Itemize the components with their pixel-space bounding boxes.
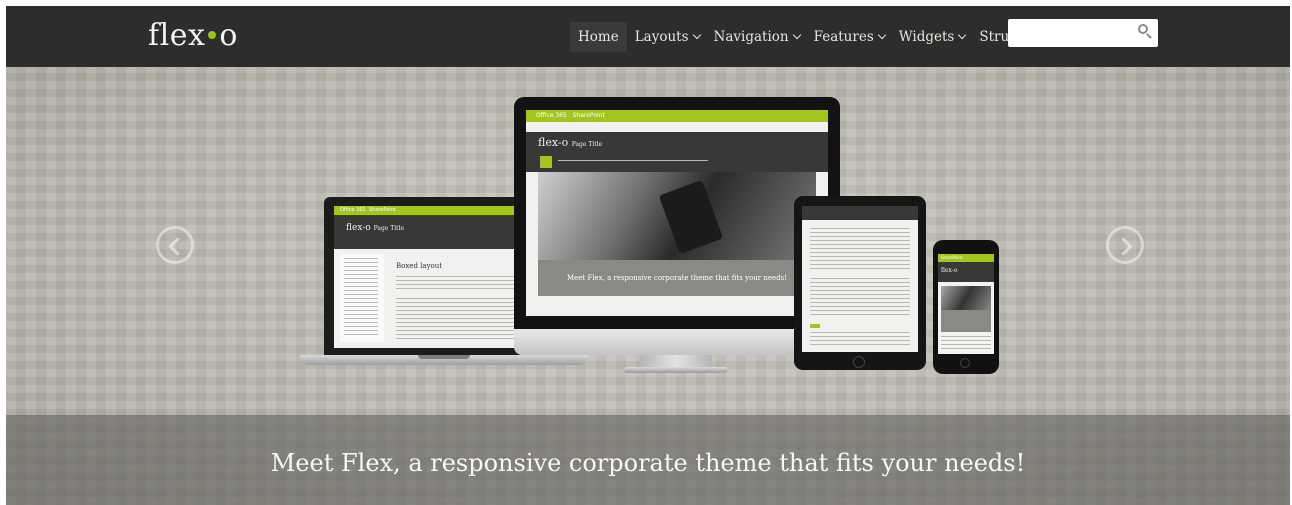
mockup-logo: flex-o [941, 267, 958, 274]
nav-item-home[interactable]: Home [570, 22, 627, 52]
nav-item-layouts[interactable]: Layouts [629, 22, 706, 52]
suite-label: Office 365 [340, 207, 366, 213]
suite-label: Office 365 [536, 112, 567, 119]
mockup-logo-text: flex-o [538, 136, 569, 149]
text-lines [941, 336, 991, 350]
mockup-slide-image [538, 172, 816, 260]
tablet-screen [802, 206, 918, 352]
search-box [1008, 19, 1158, 47]
mockup-slide-caption: Meet Flex, a responsive corporate theme … [538, 260, 816, 296]
nav-item-label: Navigation [713, 29, 789, 45]
nav-item-label: Home [578, 29, 619, 45]
chevron-down-icon [692, 30, 701, 40]
desktop-foot [624, 367, 728, 373]
tablet-home-button [853, 356, 865, 368]
chevron-down-icon [877, 30, 887, 40]
mockup-logo: flex-o Page Title [538, 136, 602, 149]
phone-screen: SharePoint flex-o [938, 254, 994, 354]
slider-prev-button[interactable] [156, 226, 194, 264]
desktop-chin [514, 329, 840, 355]
nav-item-features[interactable]: Features [808, 22, 891, 52]
site-header: flex-o Page Title [526, 132, 828, 172]
mockup-slide-caption [941, 310, 991, 332]
slide-caption-band: Meet Flex, a responsive corporate theme … [6, 415, 1290, 505]
laptop-base [300, 355, 588, 365]
site-header: flex-o [938, 262, 994, 282]
app-label: SharePoint [572, 112, 605, 119]
o365-suite-bar: Office 365 SharePoint [526, 110, 828, 122]
nav-item-label: Layouts [634, 29, 689, 45]
desktop-screen: Office 365 SharePoint flex-o Page Title … [526, 110, 828, 316]
hero-slider: Office 365 SharePoint flex-o Page Title … [6, 67, 1290, 505]
tablet-header [802, 206, 918, 220]
nav-item-label: Widgets [898, 29, 955, 45]
phone-mockup: SharePoint flex-o [933, 240, 999, 374]
app-label: SharePoint [368, 207, 396, 213]
mockup-nav-home [540, 156, 552, 168]
o365-suite-bar: SharePoint [938, 254, 994, 262]
mockup-phone-photo [658, 180, 724, 254]
nav-lines [344, 258, 378, 336]
slide-caption: Meet Flex, a responsive corporate theme … [270, 449, 1026, 477]
nav-item-widgets[interactable]: Widgets [893, 22, 972, 52]
mockup-heading: Boxed layout [396, 262, 443, 270]
app-label: SharePoint [941, 255, 963, 260]
main-nav: Home Layouts Navigation Features Widgets… [570, 22, 1064, 52]
nav-item-navigation[interactable]: Navigation [708, 22, 806, 52]
slider-next-button[interactable] [1106, 226, 1144, 264]
mockup-slide-image [941, 286, 991, 310]
logo-text-right: o [219, 18, 238, 53]
tablet-mockup [794, 196, 926, 370]
top-navigation-bar: flex o Home Layouts Navigation Features W… [6, 6, 1290, 67]
mockup-page-title: Page Title [571, 141, 603, 148]
mockup-nav-lines [558, 160, 708, 164]
desktop-mockup: Office 365 SharePoint flex-o Page Title … [514, 97, 840, 329]
nav-item-label: Features [813, 29, 874, 45]
mockup-logo-text: flex-o [346, 223, 371, 233]
desktop-stand [640, 355, 712, 367]
logo-dot-icon [208, 31, 217, 39]
phone-home-button [960, 358, 970, 368]
chevron-down-icon [958, 30, 967, 40]
site-logo[interactable]: flex o [148, 16, 238, 56]
search-input[interactable] [1016, 19, 1135, 47]
text-lines [810, 332, 910, 346]
text-lines [810, 278, 910, 318]
tablet-accent [810, 324, 820, 328]
chevron-down-icon [792, 30, 801, 40]
search-icon[interactable] [1138, 24, 1148, 34]
mockup-left-nav [340, 254, 384, 342]
text-lines [810, 228, 910, 272]
mockup-logo: flex-o Page Title [346, 223, 404, 233]
mockup-page-title: Page Title [373, 225, 405, 232]
logo-text-left: flex [148, 18, 206, 53]
